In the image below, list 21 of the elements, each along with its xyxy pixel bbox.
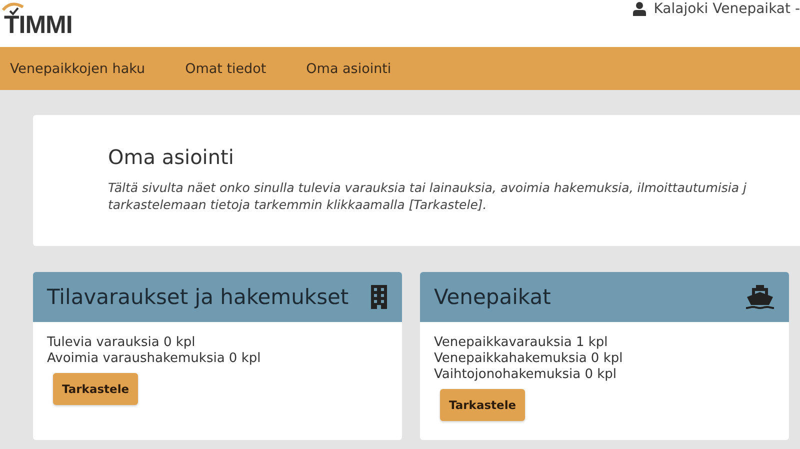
count-text: Tulevia varauksia 0 kpl bbox=[47, 335, 196, 351]
page-title: Oma asiointi bbox=[108, 145, 235, 169]
nav-link[interactable]: Oma asiointi bbox=[306, 60, 392, 76]
intro-text: Tältä sivulta näet onko sinulla tulevia varauksia tai lainauksia, avoimia hakemuksia, ilmoittautumisia j bbox=[108, 179, 748, 196]
count-text: Avoimia varaushakemuksia 0 kpl bbox=[47, 351, 262, 367]
intro-text: tarkastelemaan tietoja tarkemmin klikkaamalla [Tarkastele]. bbox=[108, 196, 488, 213]
nav-link[interactable]: Omat tiedot bbox=[185, 60, 266, 76]
user-icon bbox=[632, 2, 646, 16]
logo-icon bbox=[2, 2, 24, 16]
building-icon bbox=[370, 285, 388, 309]
count-text: Venepaikkavarauksia 1 kpl bbox=[434, 335, 609, 351]
card-title: Tilavaraukset ja hakemukset bbox=[47, 285, 349, 309]
nav-link[interactable]: Venepaikkojen haku bbox=[10, 60, 146, 76]
ship-icon bbox=[745, 285, 775, 309]
view-button[interactable]: Tarkastele bbox=[440, 389, 526, 421]
count-text: Vaihtojonohakemuksia 0 kpl bbox=[434, 367, 618, 383]
logo-text: TIMMI bbox=[4, 13, 72, 38]
card-title: Venepaikat bbox=[434, 285, 551, 309]
count-text: Venepaikkahakemuksia 0 kpl bbox=[434, 351, 624, 367]
view-button[interactable]: Tarkastele bbox=[53, 373, 138, 405]
user-name[interactable]: Kalajoki Venepaikat - bbox=[654, 1, 800, 17]
